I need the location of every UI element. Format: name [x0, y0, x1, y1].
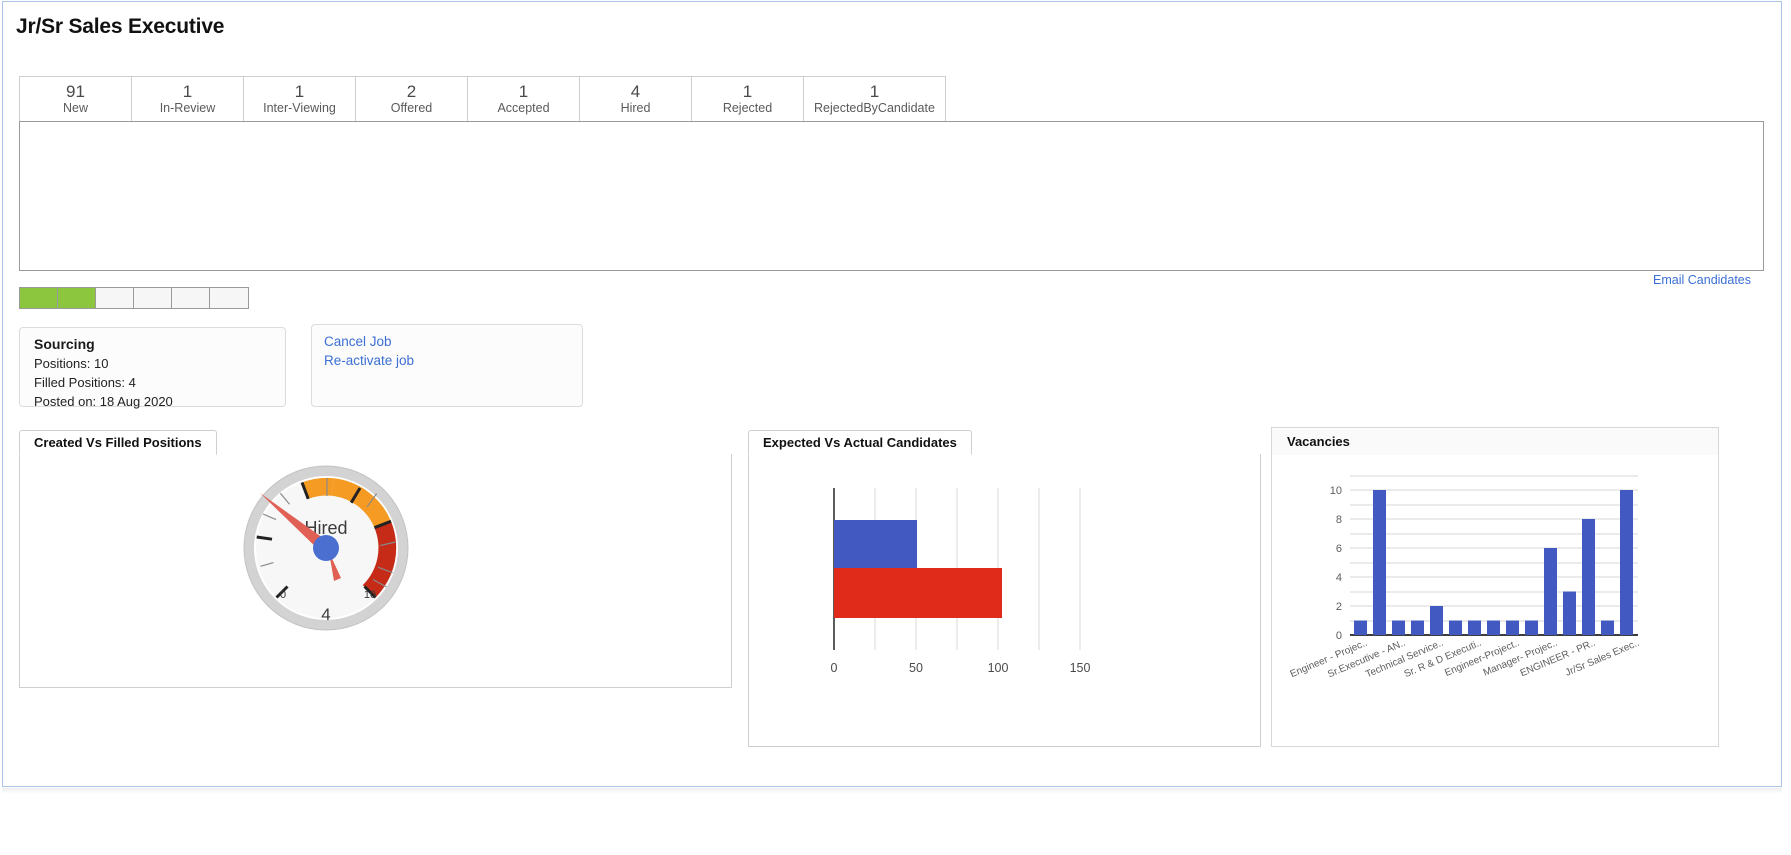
progress-segment — [96, 288, 134, 308]
vacancy-category-labels: Engineer - Projec.. Sr.Executive - AN.. … — [1289, 638, 1642, 681]
status-tab-accepted[interactable]: 1 Accepted — [468, 77, 580, 121]
vacancies-title: Vacancies — [1287, 434, 1350, 449]
vacancy-bar — [1487, 620, 1500, 635]
page-title: Jr/Sr Sales Executive — [16, 15, 225, 38]
progress-segment — [20, 288, 58, 308]
status-label: Accepted — [497, 100, 550, 115]
status-tab-rejected-by-candidate[interactable]: 1 RejectedByCandidate — [804, 77, 945, 121]
progress-segment — [210, 288, 248, 308]
vacancy-bar — [1620, 490, 1633, 635]
status-label: Offered — [390, 100, 433, 115]
y-tick-label: 6 — [1336, 543, 1342, 555]
vacancy-bar — [1582, 519, 1595, 635]
status-tab-offered[interactable]: 2 Offered — [356, 77, 468, 121]
status-label: Inter-Viewing — [263, 100, 336, 115]
x-category-label: Jr/Sr Sales Exec.. — [1564, 638, 1641, 679]
status-tab-rejected[interactable]: 1 Rejected — [692, 77, 804, 121]
status-tab-new[interactable]: 91 New — [20, 77, 132, 121]
sourcing-positions: Positions: 10 — [34, 356, 109, 371]
x-tick-label: 50 — [909, 661, 923, 675]
vacancy-bar — [1430, 606, 1443, 635]
hired-gauge-chart: 0 10 Hired 4 — [243, 465, 409, 631]
vacancy-bar — [1525, 620, 1538, 635]
status-label: RejectedByCandidate — [814, 100, 935, 115]
progress-segment — [134, 288, 172, 308]
vacancy-bar — [1449, 620, 1462, 635]
tab-expected-vs-actual-candidates[interactable]: Expected Vs Actual Candidates — [748, 430, 972, 455]
status-label: In-Review — [159, 100, 216, 115]
vacancy-bar — [1563, 591, 1576, 635]
sourcing-card: Sourcing Positions: 10 Filled Positions:… — [19, 327, 286, 409]
vacancy-bar — [1468, 620, 1481, 635]
sourcing-filled-positions: Filled Positions: 4 — [34, 375, 136, 390]
created-vs-filled-panel: Created Vs Filled Positions 0 10 Hired 4 — [19, 430, 732, 688]
vacancies-body: 0 2 4 6 8 10 Engineer - Projec.. Sr.Exec… — [1271, 455, 1719, 747]
gauge-max-label: 10 — [364, 589, 376, 601]
status-label: New — [62, 100, 88, 115]
status-tab-in-review[interactable]: 1 In-Review — [132, 77, 244, 121]
dashboard-page: Jr/Sr Sales Executive 91 New 1 In-Review… — [2, 1, 1782, 787]
vacancy-bar — [1411, 620, 1424, 635]
expected-vs-actual-tabhead: Expected Vs Actual Candidates — [748, 430, 972, 455]
y-tick-label: 10 — [1330, 485, 1342, 497]
email-candidates-link[interactable]: Email Candidates — [1653, 273, 1751, 287]
gauge-hub — [313, 535, 339, 561]
status-count: 1 — [518, 81, 529, 101]
status-count: 1 — [182, 81, 193, 101]
expected-vs-actual-body: 0 50 100 150 — [748, 454, 1261, 747]
x-tick-label: 100 — [988, 661, 1009, 675]
status-label: Hired — [620, 100, 651, 115]
status-tab-hired[interactable]: 4 Hired — [580, 77, 692, 121]
vacancies-bar-chart: 0 2 4 6 8 10 Engineer - Projec.. Sr.Exec… — [1289, 475, 1642, 681]
x-tick-label: 150 — [1070, 661, 1091, 675]
vacancy-bar — [1354, 620, 1367, 635]
reactivate-job-link[interactable]: Re-activate job — [324, 351, 570, 370]
vacancies-header: Vacancies — [1271, 427, 1719, 455]
status-count: 2 — [406, 81, 417, 101]
candidates-grid — [19, 121, 1764, 271]
candidate-status-strip: 91 New 1 In-Review 1 Inter-Viewing 2 Off… — [19, 76, 946, 122]
vacancy-bar — [1506, 620, 1519, 635]
gauge-value-label: 4 — [321, 605, 330, 624]
progress-segment — [172, 288, 210, 308]
sourcing-posted-on: Posted on: 18 Aug 2020 — [34, 394, 173, 409]
status-count: 1 — [869, 81, 880, 101]
created-vs-filled-body: 0 10 Hired 4 — [19, 454, 732, 688]
gauge-min-label: 0 — [280, 589, 286, 601]
y-tick-label: 0 — [1336, 630, 1342, 642]
status-count: 4 — [630, 81, 641, 101]
status-tab-inter-viewing[interactable]: 1 Inter-Viewing — [244, 77, 356, 121]
status-count: 1 — [742, 81, 753, 101]
job-actions-card: Cancel Job Re-activate job — [311, 324, 583, 407]
progress-segment — [58, 288, 96, 308]
vacancy-bar — [1392, 620, 1405, 635]
vacancy-bar — [1373, 490, 1386, 635]
job-stage-progress — [19, 287, 249, 309]
y-tick-label: 8 — [1336, 514, 1342, 526]
y-tick-label: 4 — [1336, 572, 1342, 584]
vacancies-panel: Vacancies 0 2 4 6 8 10 Engineer - Projec… — [1271, 427, 1719, 747]
expected-vs-actual-panel: Expected Vs Actual Candidates 0 50 100 1… — [748, 430, 1261, 747]
vacancy-bar — [1544, 548, 1557, 635]
bar-actual — [834, 568, 1002, 618]
expected-vs-actual-bar-chart: 0 50 100 150 — [831, 488, 1091, 675]
cancel-job-link[interactable]: Cancel Job — [324, 332, 570, 351]
created-vs-filled-tabhead: Created Vs Filled Positions — [19, 430, 217, 455]
y-tick-label: 2 — [1336, 601, 1342, 613]
tab-created-vs-filled-positions[interactable]: Created Vs Filled Positions — [19, 430, 217, 455]
vacancy-bar — [1601, 620, 1614, 635]
status-count: 91 — [66, 81, 85, 101]
x-tick-label: 0 — [831, 661, 838, 675]
status-label: Rejected — [722, 100, 773, 115]
sourcing-card-title: Sourcing — [34, 336, 95, 352]
status-count: 1 — [294, 81, 305, 101]
bar-expected — [834, 520, 917, 568]
page-bottom-shadow — [2, 788, 1782, 794]
